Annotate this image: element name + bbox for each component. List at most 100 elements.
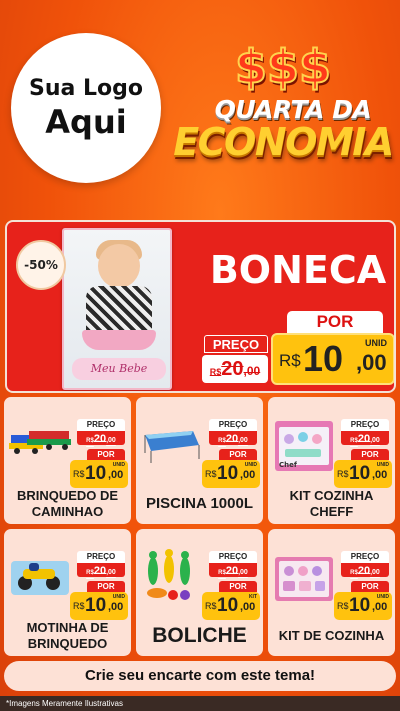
logo-placeholder[interactable]: Sua Logo Aqui (11, 33, 161, 183)
product-name: BOLICHE (152, 624, 247, 647)
new-price-decimal: ,00 (240, 601, 256, 613)
price-unit: KIT (248, 594, 257, 600)
new-price-label: POR (351, 449, 389, 460)
old-price-decimal: ,00 (243, 364, 261, 378)
new-price: R$ 10 ,00 UNID (334, 460, 392, 488)
old-price-currency: R$ (209, 367, 222, 377)
featured-product[interactable]: Meu Bebe -50% BONECA PREÇO R$20,00 POR R… (5, 220, 396, 393)
old-price-currency: R$ (86, 438, 94, 444)
doll-skirt-shape (82, 330, 156, 350)
new-price-label: POR (87, 449, 125, 460)
new-price-currency: R$ (73, 469, 85, 479)
pool-image (144, 431, 200, 463)
old-price-integer: 20 (93, 433, 107, 445)
old-price-currency: R$ (86, 570, 94, 576)
doll-product-image: Meu Bebe (62, 228, 172, 390)
new-price: R$ 10 ,00 UNID (271, 333, 394, 385)
new-price-integer: 10 (349, 463, 371, 484)
promo-title-line2: ECONOMIA (173, 120, 394, 164)
kitchen-box-label: Chef (279, 461, 298, 469)
old-price-integer: 20 (225, 433, 239, 445)
old-price-currency: R$ (350, 438, 358, 444)
new-price-currency: R$ (279, 351, 301, 370)
old-price: R$20,00 (209, 563, 257, 577)
old-price-integer: 20 (225, 565, 239, 577)
toy-motorcycle-image (11, 561, 69, 595)
new-price-decimal: ,00 (240, 469, 256, 481)
price-unit: UNID (376, 462, 389, 468)
product-name: KIT COZINHA CHEFF (289, 488, 374, 519)
old-price-decimal: ,00 (238, 569, 248, 576)
old-price-integer: 20 (357, 433, 371, 445)
new-price-currency: R$ (337, 469, 349, 479)
old-price-decimal: ,00 (370, 437, 380, 444)
old-price-label: PREÇO (204, 335, 268, 353)
old-price: R$20,00 (77, 431, 125, 445)
promo-title: $$$ QUARTA DA ECONOMIA (168, 39, 398, 180)
old-price-decimal: ,00 (106, 437, 116, 444)
new-price-integer: 10 (217, 463, 239, 484)
featured-product-name: BONECA (209, 248, 387, 292)
new-price-integer: 10 (217, 595, 239, 616)
old-price-label: PREÇO (77, 551, 125, 563)
new-price-label: POR (87, 581, 125, 592)
new-price-currency: R$ (337, 601, 349, 611)
kitchen-kit-image (275, 557, 333, 601)
new-price-decimal: ,00 (372, 469, 388, 481)
logo-text-line1: Sua Logo (28, 76, 143, 101)
new-price-label: POR (287, 311, 383, 333)
new-price-decimal: ,00 (108, 601, 124, 613)
new-price-currency: R$ (205, 469, 217, 479)
new-price-label: POR (219, 581, 257, 592)
product-name: PISCINA 1000L (146, 495, 253, 512)
new-price: R$ 10 ,00 KIT (202, 592, 260, 620)
new-price-label: POR (219, 449, 257, 460)
old-price-label: PREÇO (341, 551, 389, 563)
new-price-currency: R$ (205, 601, 217, 611)
old-price: R$20,00 (209, 431, 257, 445)
cta-banner[interactable]: Crie seu encarte com este tema! (4, 661, 396, 691)
product-card[interactable]: PREÇO R$20,00 POR R$ 10 ,00 UNID PISCINA… (136, 397, 263, 524)
old-price-label: PREÇO (209, 551, 257, 563)
doll-head-shape (98, 244, 140, 288)
new-price: R$ 10 ,00 UNID (334, 592, 392, 620)
product-name: KIT DE COZINHA (278, 628, 385, 643)
dollar-signs-icon: $$$ (234, 39, 332, 95)
discount-badge: -50% (16, 240, 66, 290)
new-price-decimal: ,00 (108, 469, 124, 481)
header: Sua Logo Aqui $$$ QUARTA DA ECONOMIA (0, 0, 400, 215)
old-price: R$20,00 (202, 355, 268, 383)
new-price-decimal: ,00 (356, 350, 387, 375)
product-name: BRINQUEDO DE CAMINHAO (16, 488, 119, 519)
product-card[interactable]: PREÇO R$20,00 POR R$ 10 ,00 UNID MOTINHA… (4, 529, 131, 656)
new-price: R$ 10 ,00 UNID (202, 460, 260, 488)
old-price-decimal: ,00 (106, 569, 116, 576)
new-price: R$ 10 ,00 UNID (70, 592, 128, 620)
price-unit: UNID (376, 594, 389, 600)
doll-box-label: Meu Bebe (72, 358, 166, 380)
product-card[interactable]: PREÇO R$20,00 POR R$ 10 ,00 UNID KIT DE … (268, 529, 395, 656)
old-price-currency: R$ (218, 438, 226, 444)
new-price-label: POR (351, 581, 389, 592)
old-price-currency: R$ (350, 570, 358, 576)
toy-truck-image (9, 431, 71, 454)
new-price-currency: R$ (73, 601, 85, 611)
price-unit: UNID (112, 594, 125, 600)
old-price-label: PREÇO (341, 419, 389, 431)
product-card[interactable]: Chef PREÇO R$20,00 POR R$ 10 ,00 UNID KI… (268, 397, 395, 524)
price-unit: UNID (244, 462, 257, 468)
new-price-integer: 10 (349, 595, 371, 616)
kitchen-set-image: Chef (275, 421, 333, 471)
logo-text-line2: Aqui (45, 103, 127, 141)
new-price-integer: 10 (85, 463, 107, 484)
old-price-decimal: ,00 (370, 569, 380, 576)
price-unit: UNID (112, 462, 125, 468)
old-price-label: PREÇO (77, 419, 125, 431)
old-price-currency: R$ (218, 570, 226, 576)
old-price-integer: 20 (93, 565, 107, 577)
old-price: R$20,00 (77, 563, 125, 577)
old-price-integer: 20 (357, 565, 371, 577)
product-card[interactable]: PREÇO R$20,00 POR R$ 10 ,00 UNID BRINQUE… (4, 397, 131, 524)
old-price-label: PREÇO (209, 419, 257, 431)
product-card[interactable]: PREÇO R$20,00 POR R$ 10 ,00 KIT BOLICHE (136, 529, 263, 656)
